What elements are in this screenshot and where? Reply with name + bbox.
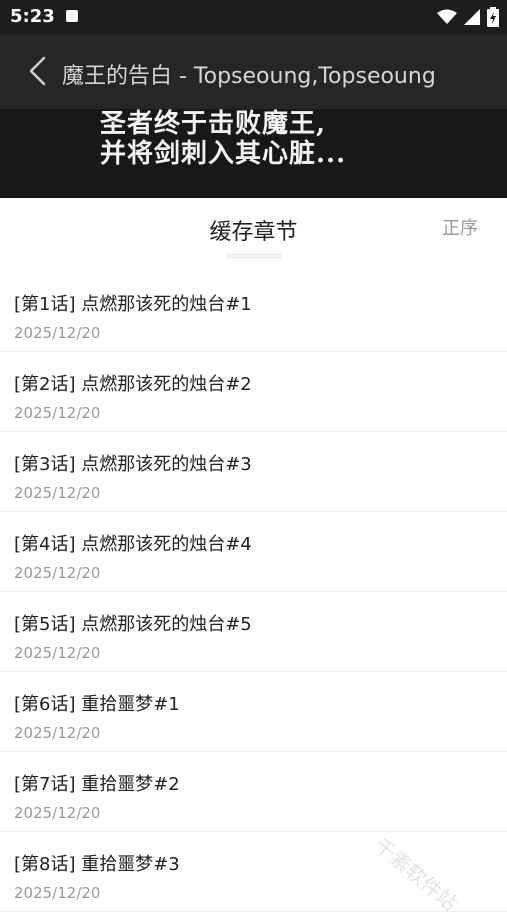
page-title: 魔王的告白 - Topseoung,Topseoung — [62, 64, 436, 89]
chapter-row[interactable]: [第3话] 点燃那该死的烛台#3 2025/12/20 — [0, 432, 507, 512]
comic-banner: 圣者终于击败魔王, 并将剑刺入其心脏... — [0, 109, 507, 198]
chapter-title: [第2话] 点燃那该死的烛台#2 — [14, 374, 252, 395]
chapter-row[interactable]: [第2话] 点燃那该死的烛台#2 2025/12/20 — [0, 352, 507, 432]
chapter-date: 2025/12/20 — [14, 884, 101, 902]
chapter-row[interactable]: [第5话] 点燃那该死的烛台#5 2025/12/20 — [0, 592, 507, 672]
chapter-date: 2025/12/20 — [14, 724, 101, 742]
chapter-date: 2025/12/20 — [14, 404, 101, 422]
chapter-title: [第1话] 点燃那该死的烛台#1 — [14, 294, 252, 315]
system-icons — [437, 7, 499, 27]
sort-order-button[interactable]: 正序 — [442, 214, 478, 240]
signal-icon — [464, 9, 480, 25]
chapter-title: [第4话] 点燃那该死的烛台#4 — [14, 534, 252, 555]
app-notification-icon — [66, 10, 78, 22]
banner-line-1: 圣者终于击败魔王, — [100, 109, 327, 139]
battery-icon — [487, 7, 499, 27]
chapter-title: [第7话] 重拾噩梦#2 — [14, 774, 180, 795]
chapter-date: 2025/12/20 — [14, 564, 101, 582]
chapter-date: 2025/12/20 — [14, 324, 101, 342]
chapter-row[interactable]: [第1话] 点燃那该死的烛台#1 2025/12/20 — [0, 272, 507, 352]
sheet-title: 缓存章节 — [209, 220, 298, 245]
chapter-title: [第3话] 点燃那该死的烛台#3 — [14, 454, 252, 475]
cached-chapters-sheet: 缓存章节 正序 [第1话] 点燃那该死的烛台#1 2025/12/20 [第2话… — [0, 198, 507, 912]
chapter-title: [第5话] 点燃那该死的烛台#5 — [14, 614, 252, 635]
top-app-bar: 魔王的告白 - Topseoung,Topseoung — [0, 34, 507, 109]
status-bar: 5:23 — [0, 0, 507, 34]
chapter-title: [第6话] 重拾噩梦#1 — [14, 694, 180, 715]
banner-text: 圣者终于击败魔王, 并将剑刺入其心脏... — [100, 109, 346, 169]
chapter-row[interactable]: [第7话] 重拾噩梦#2 2025/12/20 — [0, 752, 507, 832]
chapter-date: 2025/12/20 — [14, 644, 101, 662]
drag-handle[interactable] — [226, 253, 282, 259]
chapter-list: [第1话] 点燃那该死的烛台#1 2025/12/20 [第2话] 点燃那该死的… — [0, 272, 507, 912]
chapter-date: 2025/12/20 — [14, 484, 101, 502]
banner-line-2: 并将剑刺入其心脏... — [100, 139, 347, 169]
chapter-row[interactable]: [第4话] 点燃那该死的烛台#4 2025/12/20 — [0, 512, 507, 592]
chapter-row[interactable]: [第6话] 重拾噩梦#1 2025/12/20 — [0, 672, 507, 752]
wifi-icon — [437, 9, 457, 24]
chevron-left-icon[interactable] — [22, 54, 52, 88]
chapter-date: 2025/12/20 — [14, 804, 101, 822]
chapter-title: [第8话] 重拾噩梦#3 — [14, 854, 180, 875]
status-time: 5:23 — [10, 6, 55, 27]
